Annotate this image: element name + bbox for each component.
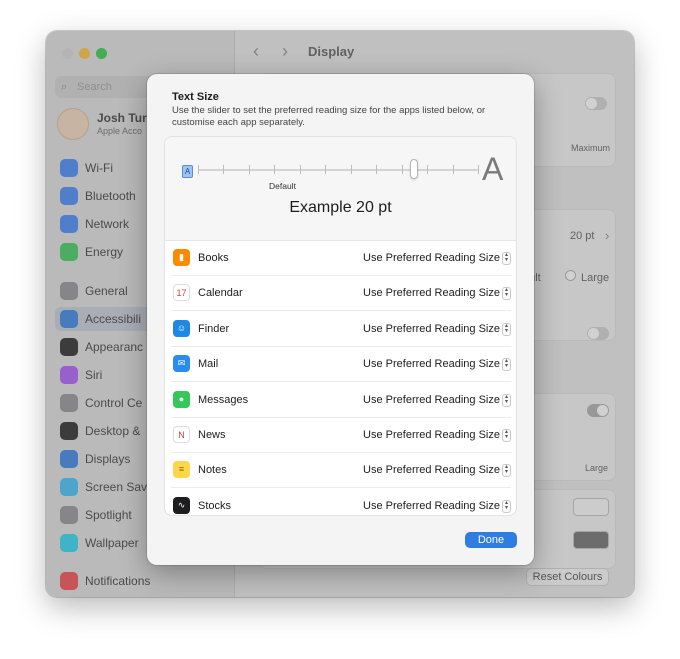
slider-tick [452, 165, 454, 174]
reading-size-select[interactable]: Use Preferred Reading Size [363, 394, 500, 406]
reading-size-select[interactable]: Use Preferred Reading Size [363, 252, 500, 264]
app-name: Books [198, 252, 229, 264]
reading-size-select[interactable]: Use Preferred Reading Size [363, 429, 500, 441]
messages-icon: ● [173, 390, 190, 408]
chevron-updown-icon[interactable]: ▴ ▾ [502, 429, 511, 442]
chevron-updown-icon[interactable]: ▴ ▾ [502, 358, 511, 372]
slider-tick [427, 165, 429, 174]
reading-size-select[interactable]: Use Preferred Reading Size [363, 464, 500, 476]
large-text-icon: A [482, 151, 504, 187]
finder-icon: ☺ [173, 319, 190, 337]
slider-thumb[interactable] [409, 159, 418, 179]
app-row-news: N News Use Preferred Reading Size ▴ ▾ [171, 418, 511, 453]
app-name: Finder [198, 322, 230, 335]
app-name: Stocks [198, 499, 232, 512]
reading-size-select[interactable]: Use Preferred Reading Size [363, 287, 500, 299]
app-row-books: ▮ Books Use Preferred Reading Size ▴ ▾ [171, 241, 511, 276]
chevron-updown-icon[interactable]: ▴ ▾ [502, 393, 511, 407]
sheet-title: Text Size [172, 91, 219, 103]
slider-tick [478, 165, 479, 174]
app-row-messages: ● Messages Use Preferred Reading Size ▴ ▾ [171, 383, 511, 418]
slider-tick [223, 165, 225, 174]
slider-tick [350, 165, 352, 174]
apps-list-panel: A A Default Example 20 pt ▮ Books Use Pref… [164, 136, 517, 516]
text-size-slider-area: A A Default Example 20 pt [165, 137, 516, 241]
app-row-notes: ≡ Notes Use Preferred Reading Size ▴ ▾ [171, 453, 511, 489]
app-row-finder: ☺ Finder Use Preferred Reading Size ▴ ▾ [171, 312, 511, 347]
mail-icon: ✉ [173, 355, 190, 373]
slider-tick [401, 165, 403, 174]
app-name: Notes [198, 464, 227, 477]
slider-tick [274, 165, 276, 174]
reading-size-select[interactable]: Use Preferred Reading Size [363, 323, 500, 335]
notes-icon: ≡ [173, 461, 190, 479]
text-size-slider[interactable] [198, 169, 478, 171]
app-row-stocks: ∿ Stocks Use Preferred Reading Size ▴ ▾ [171, 489, 511, 515]
slider-tick [198, 165, 199, 174]
chevron-updown-icon[interactable]: ▴ ▾ [502, 464, 511, 478]
default-label: Default [269, 181, 296, 191]
app-name: Mail [198, 358, 219, 371]
slider-tick [376, 165, 378, 174]
slider-tick [325, 165, 327, 174]
example-text: Example 20 pt [289, 199, 392, 216]
app-name: News [198, 429, 226, 441]
chevron-updown-icon[interactable]: ▴ ▾ [502, 287, 511, 301]
app-row-mail: ✉ Mail Use Preferred Reading Size ▴ ▾ [171, 347, 511, 383]
reading-size-select[interactable]: Use Preferred Reading Size [363, 500, 500, 512]
calendar-icon: 17 [173, 284, 190, 302]
app-row-calendar: 17 Calendar Use Preferred Reading Size ▴ ▾ [171, 276, 511, 312]
news-icon: N [173, 426, 190, 443]
slider-tick [299, 165, 301, 174]
app-name: Messages [198, 393, 249, 406]
sheet-description: Use the slider to set the preferred read… [172, 105, 486, 128]
chevron-updown-icon[interactable]: ▴ ▾ [502, 252, 511, 265]
stocks-icon: ∿ [173, 496, 190, 514]
app-name: Calendar [198, 287, 243, 300]
done-button[interactable]: Done [465, 532, 517, 548]
small-text-icon: A [182, 165, 193, 178]
chevron-updown-icon[interactable]: ▴ ▾ [502, 322, 511, 336]
text-size-sheet: Text Size Use the slider to set the pref… [147, 74, 534, 565]
books-icon: ▮ [173, 249, 190, 266]
chevron-updown-icon[interactable]: ▴ ▾ [502, 499, 511, 513]
slider-tick [248, 165, 250, 174]
reading-size-select[interactable]: Use Preferred Reading Size [363, 358, 500, 370]
